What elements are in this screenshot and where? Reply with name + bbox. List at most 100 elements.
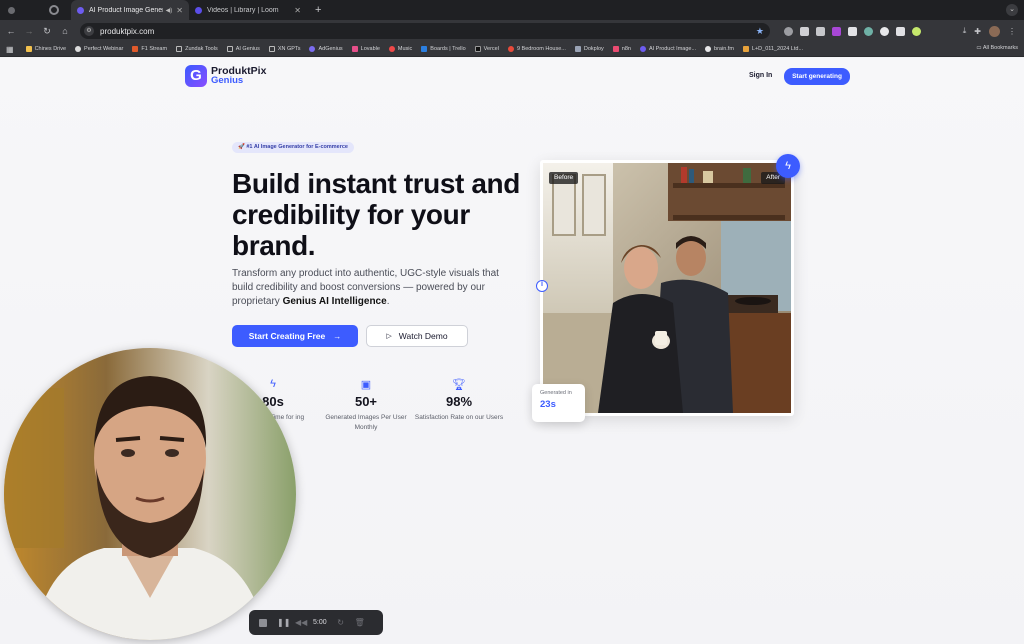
bookmark-label: Chines Drive bbox=[34, 46, 67, 52]
extensions-row bbox=[784, 26, 921, 36]
bookmark-item[interactable]: Zundak Tools bbox=[176, 46, 218, 52]
bookmark-item[interactable]: Perfect Webinar bbox=[75, 46, 123, 52]
presenter-video-image bbox=[4, 348, 296, 640]
logo-mark-icon: G bbox=[185, 65, 207, 87]
bookmark-favicon-icon bbox=[75, 46, 82, 52]
back-icon[interactable]: ← bbox=[2, 26, 20, 36]
bookmark-label: Zundak Tools bbox=[185, 46, 218, 52]
profile-avatar[interactable] bbox=[989, 25, 1000, 37]
extension-icon[interactable] bbox=[864, 26, 873, 36]
bookmark-label: Dokploy bbox=[583, 46, 604, 52]
bookmark-item[interactable]: n8n bbox=[612, 46, 631, 52]
site-info-icon[interactable]: ⚙ bbox=[84, 26, 94, 36]
play-icon: ▷ bbox=[386, 333, 392, 340]
watch-demo-button[interactable]: ▷ Watch Demo bbox=[366, 325, 468, 347]
stop-recording-icon[interactable] bbox=[259, 618, 267, 627]
showcase-photo bbox=[543, 163, 791, 413]
tab-search-icon[interactable]: ⌄ bbox=[1006, 4, 1018, 16]
tab-loom-library[interactable]: Videos | Library | Loom ✕ bbox=[189, 0, 307, 20]
couple-photo-image bbox=[543, 163, 791, 413]
close-tab-icon[interactable]: ✕ bbox=[176, 6, 183, 15]
bookmark-item[interactable]: 9 Bedroom House... bbox=[507, 46, 566, 52]
forward-icon[interactable]: → bbox=[20, 26, 38, 36]
bookmark-favicon-icon bbox=[612, 46, 619, 52]
bookmark-label: F1 Stream bbox=[141, 46, 168, 52]
hero-desc-end: . bbox=[386, 296, 390, 307]
apps-grid-icon[interactable]: ▦ bbox=[6, 45, 14, 54]
bookmark-item[interactable]: Music bbox=[388, 46, 412, 52]
generated-value: 23s bbox=[540, 399, 556, 410]
trash-icon[interactable]: 🗑︎ bbox=[355, 618, 365, 627]
bookmark-favicon-icon bbox=[351, 46, 358, 52]
lightning-action-icon[interactable]: ϟ bbox=[776, 154, 800, 178]
hero-description: Transform any product into authentic, UG… bbox=[232, 267, 504, 309]
brand-sub: Genius bbox=[211, 75, 244, 86]
window-dot-icon bbox=[8, 6, 15, 14]
bookmark-favicon-icon bbox=[474, 46, 481, 52]
bookmark-favicon-icon bbox=[421, 46, 428, 52]
toolbar-end: ⤓ ✚ ⋮ bbox=[963, 25, 1016, 37]
menu-dots-icon[interactable]: ⋮ bbox=[1008, 27, 1016, 36]
extension-icon[interactable] bbox=[912, 26, 921, 36]
bookmark-item[interactable]: XN GPTs bbox=[268, 46, 300, 52]
bookmark-label: Lovable bbox=[360, 46, 380, 52]
bookmark-item[interactable]: AI Product Image... bbox=[639, 46, 696, 52]
folder-icon bbox=[268, 46, 275, 52]
bookmark-item[interactable]: Chines Drive bbox=[25, 46, 67, 52]
bookmark-favicon-icon bbox=[309, 46, 316, 52]
url-text: produktpix.com bbox=[100, 26, 155, 36]
sign-in-link[interactable]: Sign In bbox=[749, 72, 772, 79]
start-creating-free-button[interactable]: Start Creating Free → bbox=[232, 325, 358, 347]
bookmark-label: AI Genius bbox=[235, 46, 260, 52]
restart-icon[interactable]: ↻ bbox=[337, 618, 345, 627]
hero-desc-highlight: Genius AI Intelligence bbox=[282, 296, 387, 307]
extension-icon[interactable] bbox=[784, 26, 793, 36]
logo-text: ProduktPix Genius bbox=[211, 66, 266, 86]
reload-icon[interactable]: ↻ bbox=[38, 26, 56, 37]
bookmark-item[interactable]: Boards | Trello bbox=[421, 46, 466, 52]
bookmark-label: L+D_011_2024 Ltd... bbox=[751, 46, 804, 52]
address-bar[interactable]: ⚙ produktpix.com ★ bbox=[80, 23, 770, 39]
bookmark-item[interactable]: Dokploy bbox=[574, 46, 604, 52]
home-icon[interactable]: ⌂ bbox=[56, 26, 74, 36]
speaker-icon[interactable]: ◀) bbox=[166, 7, 173, 14]
extension-icon[interactable] bbox=[896, 26, 905, 36]
site-logo[interactable]: G ProduktPix Genius bbox=[185, 65, 266, 87]
all-bookmarks-link[interactable]: ▭ All Bookmarks bbox=[976, 45, 1018, 51]
bookmark-item[interactable]: Lovable bbox=[351, 46, 380, 52]
trophy-icon: 🏆︎ bbox=[452, 379, 466, 391]
bookmark-item[interactable]: L+D_011_2024 Ltd... bbox=[742, 46, 804, 52]
bookmark-label: Vercel bbox=[483, 46, 499, 52]
bookmark-label: 9 Bedroom House... bbox=[516, 46, 566, 52]
extension-icon[interactable] bbox=[880, 26, 889, 36]
bookmark-favicon-icon bbox=[388, 46, 395, 52]
browser-tab-bar: AI Product Image Generator ◀) ✕ Videos |… bbox=[0, 0, 1024, 20]
bookmark-item[interactable]: brain.fm bbox=[705, 46, 734, 52]
bookmark-item[interactable]: F1 Stream bbox=[132, 46, 167, 52]
webcam-bubble[interactable] bbox=[4, 348, 296, 640]
folder-icon bbox=[226, 46, 233, 52]
bookmark-favicon-icon bbox=[132, 46, 139, 52]
new-tab-button[interactable]: + bbox=[315, 4, 321, 16]
extension-icon[interactable] bbox=[832, 26, 841, 36]
bookmark-item[interactable]: AI Genius bbox=[226, 46, 260, 52]
bookmark-item[interactable]: Vercel bbox=[474, 46, 499, 52]
rewind-icon[interactable]: ◀◀ bbox=[295, 618, 307, 627]
pause-icon[interactable]: ❚❚ bbox=[277, 618, 290, 627]
download-icon[interactable]: ⤓ bbox=[963, 26, 967, 36]
browser-toolbar: ← → ↻ ⌂ ⚙ produktpix.com ★ ⤓ ✚ ⋮ bbox=[0, 20, 1024, 42]
extension-icon[interactable] bbox=[816, 26, 825, 36]
bookmark-star-icon[interactable]: ★ bbox=[756, 26, 764, 37]
tab-ai-product-image[interactable]: AI Product Image Generator ◀) ✕ bbox=[71, 0, 189, 20]
close-tab-icon[interactable]: ✕ bbox=[294, 6, 301, 15]
stat-value: 98% bbox=[445, 394, 473, 409]
comparison-slider-handle[interactable]: ‖ bbox=[536, 280, 548, 292]
hero-badge: 🚀 #1 AI Image Generator for E-commerce bbox=[232, 142, 354, 153]
extension-icon[interactable] bbox=[800, 26, 809, 36]
recording-indicator-icon bbox=[49, 5, 59, 15]
stat-value: 50+ bbox=[354, 394, 378, 409]
extension-icon[interactable] bbox=[848, 26, 857, 36]
bookmark-item[interactable]: AdGenius bbox=[309, 46, 343, 52]
extensions-puzzle-icon[interactable]: ✚ bbox=[974, 27, 981, 36]
start-generating-button[interactable]: Start generating bbox=[784, 68, 850, 85]
